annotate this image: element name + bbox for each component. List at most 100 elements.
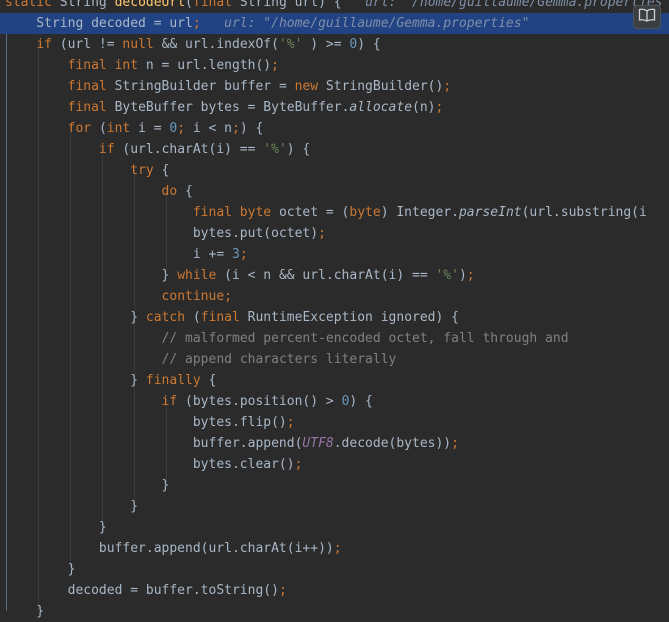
code-line[interactable]: final StringBuilder buffer = new StringB… xyxy=(0,76,669,97)
code-token: ( xyxy=(185,0,193,10)
code-token: if xyxy=(36,37,60,52)
code-line[interactable]: for (int i = 0; i < n;) { xyxy=(0,118,669,139)
code-token: (url.charAt(i) == xyxy=(122,142,264,157)
code-token: ; xyxy=(232,121,240,136)
code-line[interactable]: continue; xyxy=(0,286,669,307)
code-token: ; xyxy=(466,268,475,283)
code-token: StringBuilder() xyxy=(325,79,444,94)
code-token: ) { xyxy=(286,142,311,157)
code-token: ) { xyxy=(239,121,264,136)
code-token: (n) xyxy=(412,100,436,115)
code-line[interactable]: } xyxy=(0,559,669,580)
code-token: ; xyxy=(192,16,201,31)
code-token: ByteBuffer bytes = ByteBuffer. xyxy=(114,100,350,115)
code-token: ( xyxy=(192,310,201,325)
code-editor[interactable]: static String decodeUrl(final String url… xyxy=(0,0,669,619)
code-line[interactable]: i += 3; xyxy=(0,244,669,265)
code-token: UTF8 xyxy=(302,436,334,451)
code-line[interactable]: bytes.clear(); xyxy=(0,454,669,475)
code-token: '%' xyxy=(263,142,287,157)
inline-value-hint: url: "/home/guillaume/Gemma.properties" xyxy=(365,0,669,10)
code-token: { xyxy=(208,373,217,388)
code-token: n = url.length() xyxy=(145,58,272,73)
code-line[interactable]: } finally { xyxy=(0,370,669,391)
code-line[interactable]: decoded = buffer.toString(); xyxy=(0,580,669,601)
code-token: ; xyxy=(294,457,303,472)
code-token: while xyxy=(177,268,225,283)
code-line[interactable]: final ByteBuffer bytes = ByteBuffer.allo… xyxy=(0,97,669,118)
code-line[interactable]: if (bytes.position() > 0) { xyxy=(0,391,669,412)
code-token: allocate xyxy=(349,100,413,115)
code-token: final int xyxy=(67,58,146,73)
code-line[interactable]: bytes.put(octet); xyxy=(0,223,669,244)
code-token: String xyxy=(59,0,115,10)
code-token: 3 xyxy=(231,247,240,262)
code-token: } xyxy=(5,478,170,493)
code-token: ; xyxy=(333,541,342,556)
code-line[interactable]: final int n = url.length(); xyxy=(0,55,669,76)
code-line[interactable]: if (url.charAt(i) == '%') { xyxy=(0,139,669,160)
code-token: ; xyxy=(278,583,287,598)
code-token: finally xyxy=(145,373,209,388)
code-token: null xyxy=(122,37,162,52)
code-line[interactable]: // malformed percent-encoded octet, fall… xyxy=(0,328,669,349)
code-token: ( xyxy=(98,121,107,136)
code-token: catch xyxy=(145,310,193,325)
code-token: } xyxy=(5,268,178,283)
code-token: && url.indexOf( xyxy=(161,37,279,52)
code-token: ; xyxy=(443,79,452,94)
code-token: try xyxy=(130,163,162,178)
code-line[interactable]: buffer.append(url.charAt(i++)); xyxy=(0,538,669,559)
code-token: String decoded = url xyxy=(5,16,193,31)
code-line[interactable]: } catch (final RuntimeException ignored)… xyxy=(0,307,669,328)
code-line[interactable]: bytes.flip(); xyxy=(0,412,669,433)
code-token: final xyxy=(192,0,240,10)
code-token: decodeUrl xyxy=(114,0,186,10)
code-token: (bytes.position() > xyxy=(185,394,342,409)
code-token: ; xyxy=(318,226,326,241)
code-line[interactable]: } while (i < n && url.charAt(i) == '%'); xyxy=(0,265,669,286)
code-line[interactable]: if (url != null && url.indexOf('%' ) >= … xyxy=(0,34,669,55)
code-token: if xyxy=(98,142,123,157)
code-token: i < n xyxy=(192,121,233,136)
code-line[interactable]: do { xyxy=(0,181,669,202)
code-token: } xyxy=(5,373,146,388)
code-token: '%' xyxy=(278,37,303,52)
code-token: ; xyxy=(286,415,295,430)
code-token: ) >= xyxy=(302,37,350,52)
code-line[interactable]: try { xyxy=(0,160,669,181)
code-line[interactable]: } xyxy=(0,517,669,538)
code-line[interactable]: buffer.append(UTF8.decode(bytes)); xyxy=(0,433,669,454)
code-line[interactable]: String decoded = url; url: "/home/guilla… xyxy=(0,13,669,34)
book-icon xyxy=(638,8,656,26)
code-token: buffer.append(url.charAt(i++)) xyxy=(5,541,334,556)
code-token: i += xyxy=(5,247,232,262)
code-token: (i < n && url.charAt(i) == xyxy=(224,268,436,283)
code-token: bytes.flip() xyxy=(5,415,287,430)
code-line[interactable]: static String decodeUrl(final String url… xyxy=(0,0,669,13)
code-line[interactable]: } xyxy=(0,601,669,622)
code-line[interactable]: // append characters literally xyxy=(0,349,669,370)
code-token: } xyxy=(5,499,139,514)
code-line[interactable]: } xyxy=(0,475,669,496)
code-token: } xyxy=(5,604,45,619)
code-line[interactable]: final byte octet = (byte) Integer.parseI… xyxy=(0,202,669,223)
code-token: '%' xyxy=(435,268,459,283)
code-token: ) { xyxy=(349,394,373,409)
reader-mode-button[interactable] xyxy=(633,5,661,29)
code-token: StringBuilder buffer = xyxy=(114,79,295,94)
code-token: static xyxy=(5,0,60,10)
code-token: ) xyxy=(458,268,467,283)
code-token: ; xyxy=(451,436,459,451)
code-line[interactable]: } xyxy=(0,496,669,517)
code-token: { xyxy=(185,184,193,199)
